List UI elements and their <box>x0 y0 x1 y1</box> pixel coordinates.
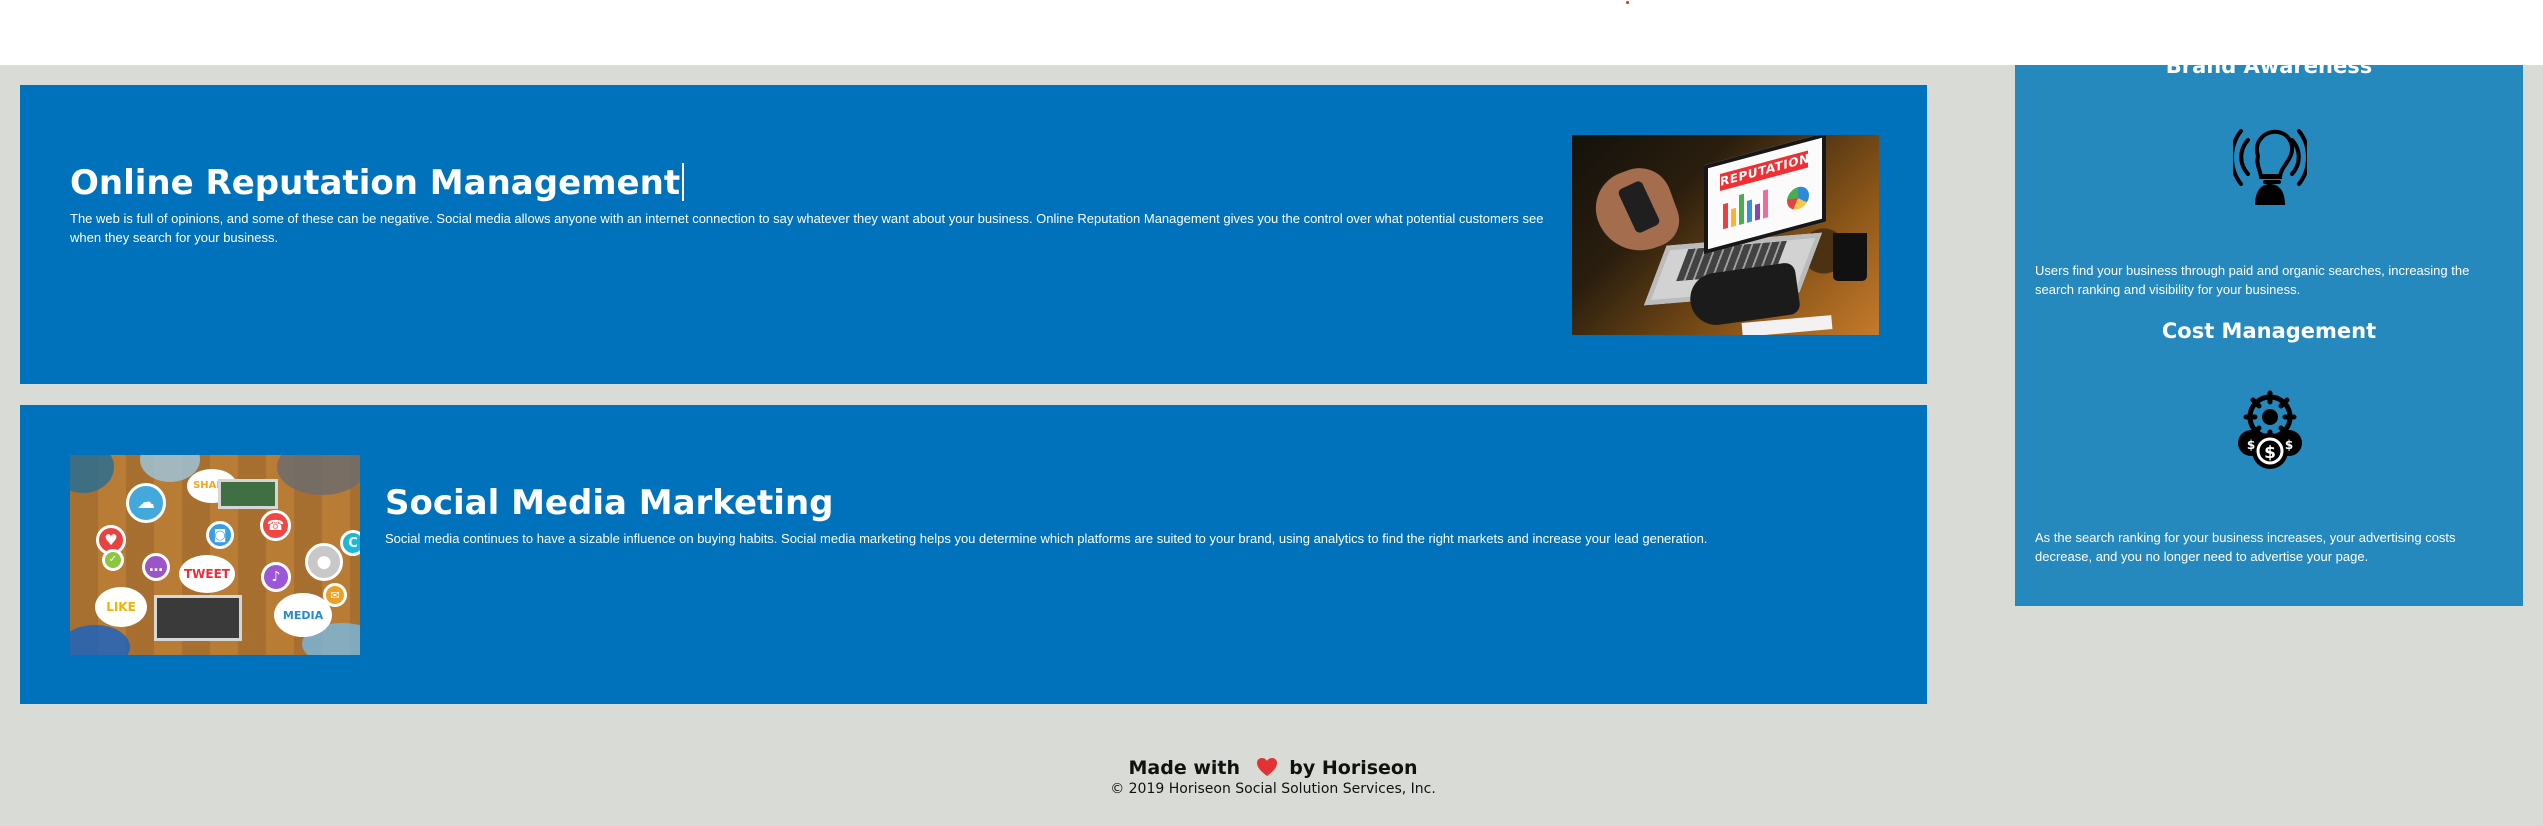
person-blob-image-part <box>277 455 360 495</box>
reputation-title-text: Online Reputation Management <box>70 163 681 204</box>
footer-credit: Made with by Horiseon <box>1108 755 1438 781</box>
social-media-section: ☁ SHARE ♥ ◙ ☎ … TWEET ♪ ● C LIKE MEDIA ✓… <box>20 405 1927 704</box>
footer-made-with: Made with <box>1128 757 1241 779</box>
share-icon: C <box>340 530 360 556</box>
site-footer: Made with by Horiseon © 2019 Horiseon So… <box>1108 755 1438 798</box>
cost-management-text: As the search ranking for your business … <box>2035 530 2456 564</box>
social-media-title: Social Media Marketing <box>385 483 834 524</box>
media-bubble-text: MEDIA <box>282 608 324 622</box>
brand-awareness-title: Brand Awareness <box>2165 54 2373 78</box>
cloud-icon: ☁ <box>126 483 166 523</box>
tablet-mini-screen <box>218 479 278 509</box>
heart-icon <box>1256 758 1277 776</box>
reputation-text: The web is full of opinions, and some of… <box>70 211 1544 245</box>
camera-icon: ◙ <box>206 521 234 549</box>
phone-bubble-icon: ☎ <box>260 510 291 541</box>
reputation-section: REPUTATION Online Reputation Management … <box>20 85 1927 384</box>
reputation-title: Online Reputation Management <box>70 163 685 204</box>
benefits-sidebar: Brand Awareness Users find your business… <box>2015 54 2523 606</box>
thumbs-up-icon: ✓ <box>102 549 124 571</box>
footer-by-horiseon: by Horiseon <box>1289 757 1418 779</box>
svg-text:$: $ <box>2247 438 2255 452</box>
reputation-image: REPUTATION <box>1572 135 1879 335</box>
social-media-text: Social media continues to have a sizable… <box>385 531 1708 546</box>
envelope-icon: ✉ <box>323 583 347 607</box>
chat-icon: … <box>142 553 170 581</box>
person-icon: ● <box>305 543 343 581</box>
like-bubble-text: LIKE <box>106 600 136 614</box>
svg-text:$: $ <box>2264 443 2276 463</box>
cost-management-icon: $ $ $ <box>2238 390 2302 469</box>
tweet-bubble: TWEET <box>179 555 235 593</box>
brand-awareness-text: Users find your business through paid an… <box>2035 263 2470 297</box>
svg-text:$: $ <box>2285 438 2293 452</box>
person-blob-image-part <box>70 625 130 655</box>
brand-awareness-icon <box>2233 129 2307 205</box>
screen-pie-chart <box>1787 184 1809 213</box>
person-blob-image-part <box>70 455 114 493</box>
music-icon: ♪ <box>261 562 291 592</box>
like-bubble: LIKE <box>95 587 147 627</box>
cup-image-part <box>1833 233 1867 281</box>
cost-management-title: Cost Management <box>2161 319 2377 343</box>
footer-copyright: © 2019 Horiseon Social Solution Services… <box>1110 781 1436 797</box>
tweet-bubble-text: TWEET <box>183 567 230 581</box>
social-media-image: ☁ SHARE ♥ ◙ ☎ … TWEET ♪ ● C LIKE MEDIA ✓… <box>70 455 360 655</box>
text-cursor <box>682 163 685 202</box>
laptop-mini-screen <box>154 595 242 641</box>
header-accent-dot <box>1626 1 1629 4</box>
